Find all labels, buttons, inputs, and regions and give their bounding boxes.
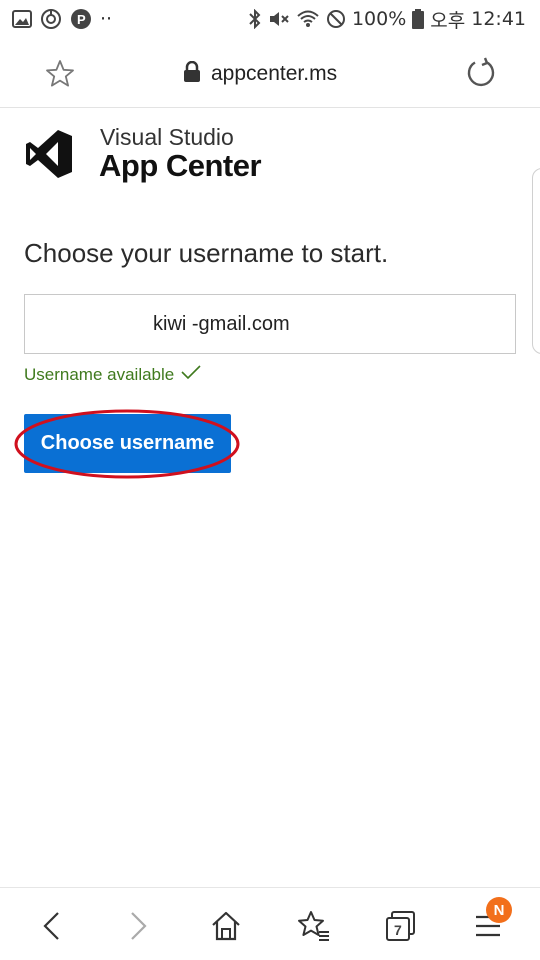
sync-notification-icon bbox=[40, 8, 62, 30]
home-icon[interactable] bbox=[206, 906, 246, 946]
availability-status: Username available bbox=[24, 364, 202, 385]
browser-address-bar: appcenter.ms bbox=[0, 38, 540, 108]
checkmark-icon bbox=[180, 364, 202, 385]
choose-username-button[interactable]: Choose username bbox=[24, 414, 231, 473]
clock-ampm: 오후 bbox=[430, 9, 466, 32]
status-bar: P ·· 100% 오후 12:41 bbox=[0, 0, 540, 38]
bluetooth-icon bbox=[248, 9, 262, 29]
notification-badge: N bbox=[486, 897, 512, 923]
bookmarks-icon[interactable] bbox=[294, 906, 334, 946]
clock-time: 12:41 bbox=[471, 8, 526, 30]
brand-line1: Visual Studio bbox=[100, 124, 234, 150]
availability-text: Username available bbox=[24, 364, 175, 384]
brand-line2: App Center bbox=[99, 148, 262, 183]
battery-percent: 100% bbox=[351, 8, 407, 30]
forward-icon[interactable] bbox=[118, 906, 158, 946]
tab-count: 7 bbox=[394, 922, 402, 938]
tabs-icon[interactable]: 7 bbox=[381, 906, 421, 946]
more-notifications-dots: ·· bbox=[100, 8, 113, 30]
do-not-disturb-icon bbox=[326, 9, 346, 29]
svg-text:P: P bbox=[77, 12, 86, 27]
app-center-logo-icon bbox=[24, 128, 74, 180]
wifi-icon bbox=[296, 9, 320, 29]
p-app-notification-icon: P bbox=[70, 8, 92, 30]
star-icon[interactable] bbox=[44, 58, 76, 90]
back-icon[interactable] bbox=[32, 906, 72, 946]
status-left: P ·· bbox=[12, 8, 112, 30]
reload-icon[interactable] bbox=[464, 56, 498, 90]
edge-panel-handle[interactable] bbox=[532, 168, 540, 354]
status-right: 100% 오후 12:41 bbox=[248, 6, 526, 33]
gallery-notification-icon bbox=[12, 10, 32, 28]
browser-bottom-nav: 7 bbox=[0, 887, 540, 960]
url-display[interactable]: appcenter.ms bbox=[183, 58, 337, 90]
page-heading: Choose your username to start. bbox=[24, 238, 389, 268]
username-input[interactable] bbox=[24, 294, 516, 354]
battery-icon bbox=[412, 9, 425, 29]
lock-icon bbox=[183, 60, 201, 88]
mute-icon bbox=[268, 9, 290, 29]
url-text: appcenter.ms bbox=[211, 62, 338, 85]
